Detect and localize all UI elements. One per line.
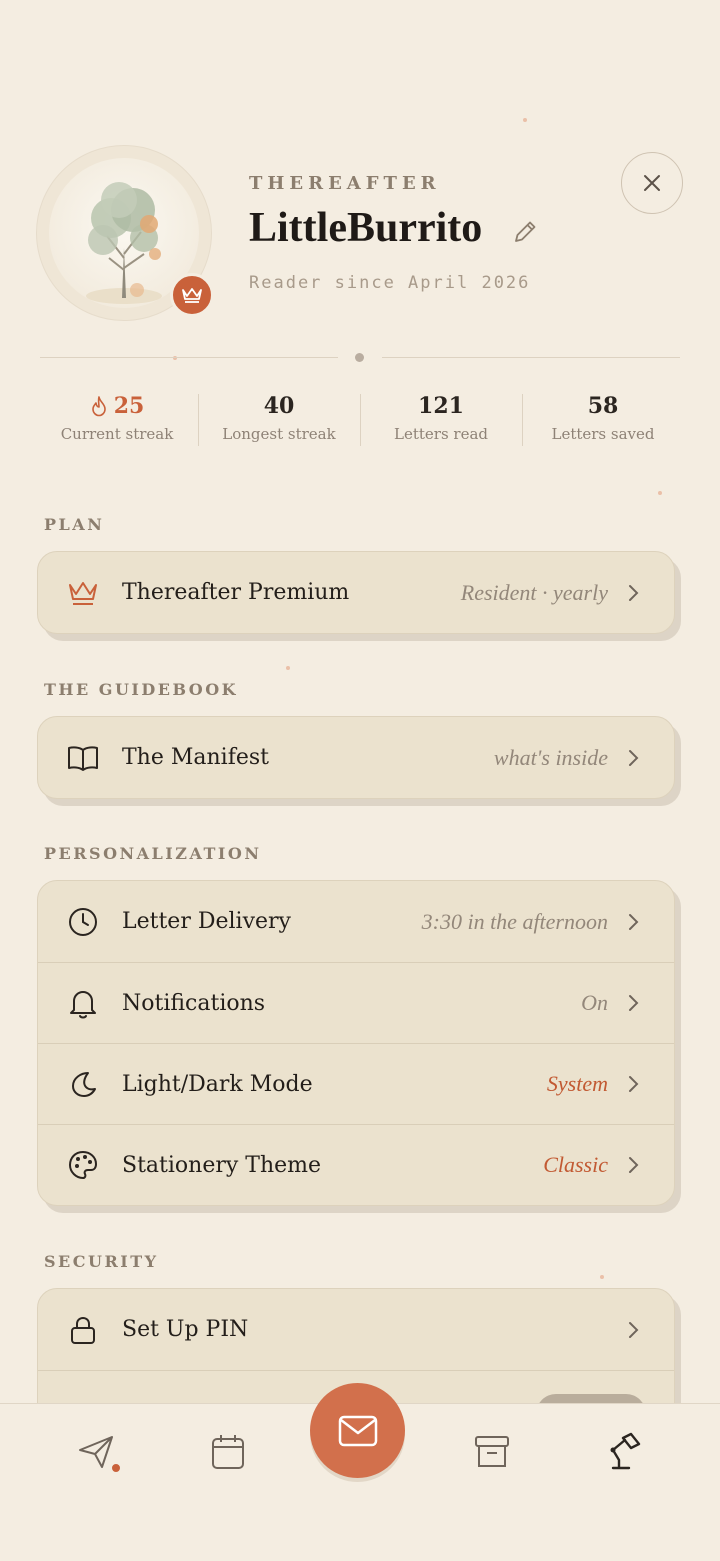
- premium-crown-badge: [170, 273, 214, 317]
- row-value: 3:30 in the afternoon: [421, 908, 608, 934]
- personalization-card: Letter Delivery 3:30 in the afternoon No…: [37, 880, 675, 1206]
- row-label: Set Up PIN: [122, 1317, 249, 1342]
- palette-icon: [66, 1148, 100, 1182]
- stat-label: Current streak: [60, 425, 174, 443]
- notification-dot: [110, 1462, 122, 1474]
- theme-mode-row[interactable]: Light/Dark Mode System: [38, 1043, 674, 1124]
- moon-icon: [66, 1067, 100, 1101]
- plan-card: Thereafter Premium Resident · yearly: [37, 551, 675, 634]
- stationery-theme-row[interactable]: Stationery Theme Classic: [38, 1124, 674, 1205]
- plan-row[interactable]: Thereafter Premium Resident · yearly: [38, 552, 674, 633]
- notifications-row[interactable]: Notifications On: [38, 962, 674, 1043]
- section-label-plan: PLAN: [44, 515, 105, 534]
- row-label: The Manifest: [122, 745, 269, 770]
- stat-label: Letters saved: [551, 425, 655, 443]
- username: LittleBurrito: [249, 205, 483, 251]
- book-icon: [66, 741, 100, 775]
- calendar-icon: [212, 1435, 244, 1469]
- archive-box-icon: [475, 1436, 509, 1467]
- set-up-pin-row[interactable]: Set Up PIN: [38, 1289, 674, 1370]
- member-since: Reader since April 2026: [249, 273, 531, 293]
- desk-lamp-icon: [610, 1432, 641, 1470]
- divider-dot: [355, 353, 364, 362]
- nav-calendar[interactable]: [206, 1430, 250, 1474]
- row-value: Classic: [543, 1152, 608, 1177]
- section-label-guidebook: THE GUIDEBOOK: [44, 680, 239, 699]
- divider: [382, 357, 680, 358]
- stat-letters-read: 121 Letters read: [360, 390, 522, 450]
- stat-value: 40: [263, 393, 295, 419]
- chevron-right-icon: [629, 749, 639, 766]
- chevron-right-icon: [629, 913, 639, 930]
- row-value: Resident · yearly: [460, 579, 608, 605]
- stat-label: Letters read: [394, 425, 488, 443]
- manifest-row[interactable]: The Manifest what's inside: [38, 717, 674, 798]
- letter-delivery-row[interactable]: Letter Delivery 3:30 in the afternoon: [38, 881, 674, 962]
- stat-value: 121: [418, 393, 464, 419]
- stats-row: 25 Current streak 40 Longest streak 121 …: [36, 390, 684, 450]
- bell-icon: [66, 986, 100, 1020]
- stat-longest-streak: 40 Longest streak: [198, 390, 360, 450]
- crown-icon: [182, 288, 202, 303]
- chevron-right-icon: [629, 1157, 639, 1173]
- section-label-personalization: PERSONALIZATION: [44, 844, 262, 863]
- stat-value: 25: [113, 393, 145, 419]
- guidebook-card: The Manifest what's inside: [37, 716, 675, 799]
- clock-icon: [66, 905, 100, 939]
- nav-settings[interactable]: [602, 1430, 646, 1474]
- brand-name: THEREAFTER: [249, 173, 441, 194]
- chevron-right-icon: [629, 1076, 639, 1092]
- lock-icon: [66, 1313, 100, 1347]
- row-label: Notifications: [122, 990, 266, 1016]
- close-icon: [644, 175, 660, 191]
- stat-current-streak: 25 Current streak: [36, 390, 198, 450]
- row-label: Stationery Theme: [122, 1152, 322, 1178]
- crown-icon: [66, 576, 100, 610]
- divider: [40, 357, 338, 358]
- stat-value: 58: [587, 393, 619, 419]
- chevron-right-icon: [629, 1321, 639, 1338]
- row-label: Thereafter Premium: [122, 580, 350, 605]
- chevron-right-icon: [629, 995, 639, 1011]
- stat-label: Longest streak: [222, 425, 336, 443]
- row-value: On: [581, 990, 608, 1015]
- envelope-icon: [338, 1415, 377, 1446]
- row-value: System: [546, 1071, 608, 1096]
- row-value: what's inside: [493, 744, 608, 770]
- section-label-security: SECURITY: [44, 1252, 159, 1271]
- flame-icon: [91, 396, 106, 417]
- row-label: Letter Delivery: [122, 909, 291, 934]
- compose-letter-button[interactable]: [310, 1383, 405, 1478]
- row-label: Light/Dark Mode: [122, 1071, 313, 1097]
- chevron-right-icon: [629, 584, 639, 601]
- pencil-icon[interactable]: [511, 218, 539, 246]
- stat-letters-saved: 58 Letters saved: [522, 390, 684, 450]
- nav-archive[interactable]: [470, 1430, 514, 1474]
- close-button[interactable]: [621, 152, 683, 214]
